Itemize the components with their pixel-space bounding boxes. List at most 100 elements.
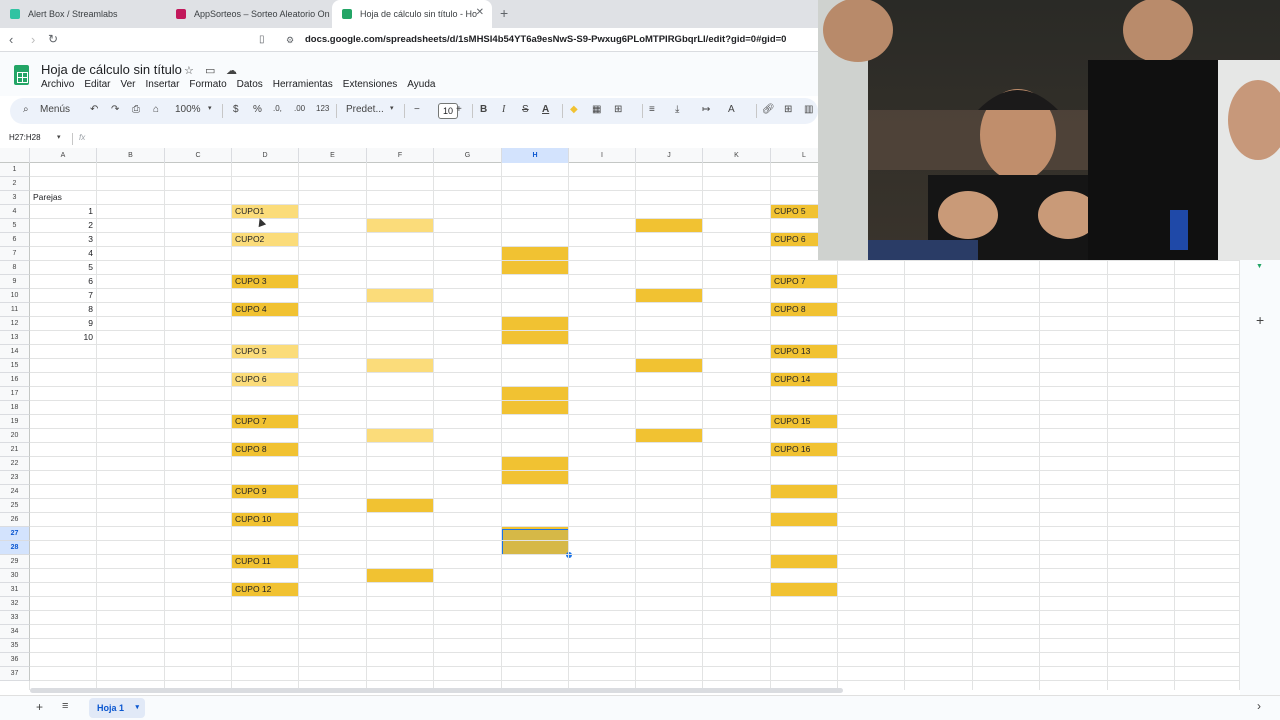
add-icon[interactable]: + [1256, 312, 1264, 328]
column-header-e[interactable]: E [299, 148, 367, 163]
row-header-7[interactable]: 7 [0, 247, 30, 261]
cell-d26[interactable]: CUPO 10 [232, 513, 298, 526]
row-header-25[interactable]: 25 [0, 499, 30, 513]
cell-a5[interactable]: 2 [30, 219, 96, 232]
column-header-a[interactable]: A [30, 148, 97, 163]
row-header-5[interactable]: 5 [0, 219, 30, 233]
cell-a12[interactable]: 9 [30, 317, 96, 330]
row-header-2[interactable]: 2 [0, 177, 30, 191]
font-size-increase-icon[interactable]: + [456, 104, 462, 115]
bold-icon[interactable]: B [480, 104, 487, 115]
cell-d6[interactable]: CUPO2 [232, 233, 298, 246]
cell-d14[interactable]: CUPO 5 [232, 345, 298, 358]
cell-a13[interactable]: 10 [30, 331, 96, 344]
filled-cell-f5[interactable] [367, 219, 433, 232]
filled-cell-f20[interactable] [367, 429, 433, 442]
column-header-d[interactable]: D [232, 148, 299, 163]
cell-l11[interactable]: CUPO 8 [771, 303, 837, 316]
row-header-37[interactable]: 37 [0, 667, 30, 681]
cell-l9[interactable]: CUPO 7 [771, 275, 837, 288]
chevron-down-icon[interactable]: ▾ [390, 104, 394, 112]
column-header-j[interactable]: J [636, 148, 703, 163]
filled-cell-j10[interactable] [636, 289, 702, 302]
row-header-19[interactable]: 19 [0, 415, 30, 429]
row-header-6[interactable]: 6 [0, 233, 30, 247]
filled-cell-l24[interactable] [771, 485, 837, 498]
reload-icon[interactable]: ↻ [48, 32, 58, 46]
menu-ayuda[interactable]: Ayuda [407, 79, 435, 90]
url-field[interactable]: docs.google.com/spreadsheets/d/1sMHSI4b5… [305, 34, 786, 45]
filled-cell-f30[interactable] [367, 569, 433, 582]
undo-icon[interactable]: ↶ [90, 104, 98, 115]
browser-tab-streamlabs[interactable]: Alert Box / Streamlabs [0, 0, 165, 28]
filled-cell-h17[interactable] [502, 387, 568, 400]
row-header-3[interactable]: 3 [0, 191, 30, 205]
cell-a3[interactable]: Parejas [30, 191, 96, 204]
decrease-decimals-button[interactable]: .0, [273, 104, 282, 113]
row-header-9[interactable]: 9 [0, 275, 30, 289]
row-header-31[interactable]: 31 [0, 583, 30, 597]
italic-icon[interactable]: I [502, 104, 505, 115]
document-title[interactable]: Hoja de cálculo sin título [41, 62, 182, 77]
sheet-tab[interactable]: Hoja 1 ▾ [89, 698, 145, 718]
add-sheet-icon[interactable]: + [36, 700, 43, 714]
fill-color-icon[interactable]: ◆ [570, 104, 578, 115]
menu-ver[interactable]: Ver [120, 79, 135, 90]
row-header-30[interactable]: 30 [0, 569, 30, 583]
row-header-18[interactable]: 18 [0, 401, 30, 415]
cell-a8[interactable]: 5 [30, 261, 96, 274]
menu-insertar[interactable]: Insertar [146, 79, 180, 90]
column-header-b[interactable]: B [97, 148, 165, 163]
filled-cell-h18[interactable] [502, 401, 568, 414]
column-header-h[interactable]: H [502, 148, 569, 163]
new-tab-icon[interactable]: + [500, 5, 508, 21]
font-select[interactable]: Predet... [346, 104, 384, 115]
column-header-c[interactable]: C [165, 148, 232, 163]
font-size-input[interactable]: 10 [438, 103, 458, 119]
cell-d31[interactable]: CUPO 12 [232, 583, 298, 596]
cell-d4[interactable]: CUPO1 [232, 205, 298, 218]
star-icon[interactable]: ☆ [184, 64, 194, 77]
cell-d19[interactable]: CUPO 7 [232, 415, 298, 428]
browser-tab-appsorteos[interactable]: AppSorteos – Sorteo Aleatorio On [166, 0, 331, 28]
chevron-right-icon[interactable]: › [1257, 699, 1261, 713]
row-header-17[interactable]: 17 [0, 387, 30, 401]
text-color-icon[interactable]: A [542, 104, 549, 115]
menu-archivo[interactable]: Archivo [41, 79, 74, 90]
cell-a10[interactable]: 7 [30, 289, 96, 302]
back-icon[interactable]: ‹ [9, 32, 13, 47]
row-header-8[interactable]: 8 [0, 261, 30, 275]
row-header-21[interactable]: 21 [0, 443, 30, 457]
all-sheets-icon[interactable]: ≡ [62, 700, 68, 712]
browser-tab-sheets[interactable]: Hoja de cálculo sin título - Ho ✕ [332, 0, 492, 28]
expand-icon[interactable]: ▼ [1256, 263, 1263, 270]
filled-cell-h13[interactable] [502, 331, 568, 344]
cell-d16[interactable]: CUPO 6 [232, 373, 298, 386]
text-rotation-icon[interactable]: A [728, 104, 735, 115]
horizontal-scrollbar[interactable] [30, 688, 843, 693]
row-header-34[interactable]: 34 [0, 625, 30, 639]
chevron-down-icon[interactable]: ▾ [57, 133, 61, 141]
filled-cell-l29[interactable] [771, 555, 837, 568]
cell-d9[interactable]: CUPO 3 [232, 275, 298, 288]
strikethrough-icon[interactable]: S [522, 104, 529, 115]
site-info-icon[interactable]: ⚙ [286, 35, 294, 46]
move-folder-icon[interactable]: ▭ [205, 64, 215, 77]
column-header-f[interactable]: F [367, 148, 434, 163]
chevron-down-icon[interactable]: ▾ [135, 698, 139, 718]
menu-extensiones[interactable]: Extensiones [343, 79, 397, 90]
menu-herramientas[interactable]: Herramientas [273, 79, 333, 90]
increase-decimals-button[interactable]: .00 [294, 104, 305, 113]
currency-format-button[interactable]: $ [233, 104, 239, 115]
insert-link-icon[interactable]: 🔗︎ [762, 104, 775, 115]
cell-a9[interactable]: 6 [30, 275, 96, 288]
filled-cell-j20[interactable] [636, 429, 702, 442]
insert-chart-icon[interactable]: ▥ [804, 104, 813, 115]
row-header-16[interactable]: 16 [0, 373, 30, 387]
row-header-29[interactable]: 29 [0, 555, 30, 569]
filled-cell-h12[interactable] [502, 317, 568, 330]
number-format-button[interactable]: 123 [316, 104, 329, 113]
merge-cells-icon[interactable]: ⊞ [614, 104, 622, 115]
cell-d11[interactable]: CUPO 4 [232, 303, 298, 316]
paint-format-icon[interactable]: ⌂ [153, 104, 159, 115]
